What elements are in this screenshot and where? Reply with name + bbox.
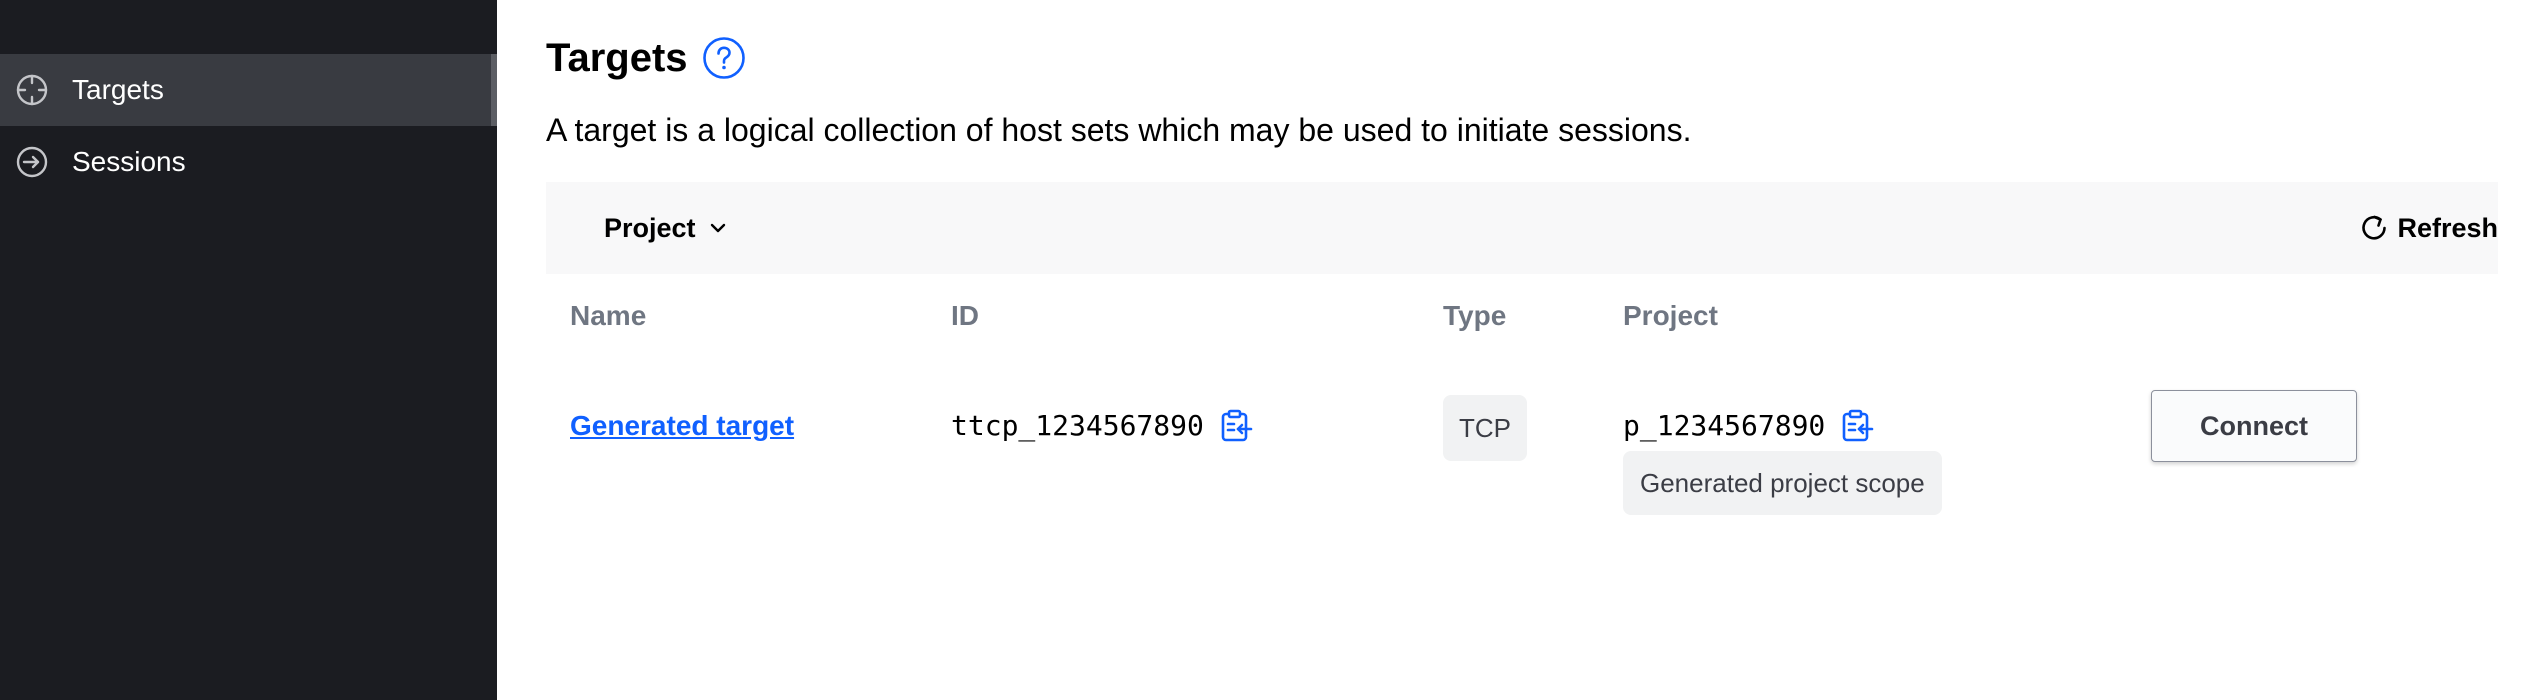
target-id-cell: ttcp_1234567890 (951, 406, 1254, 446)
sidebar-item-label: Sessions (72, 146, 186, 177)
main-content: Targets A target is a logical collection… (497, 0, 2528, 700)
column-header-name: Name (570, 300, 647, 331)
project-filter-label: Project (604, 213, 696, 243)
app: Targets Sessions Targets A target is a l… (0, 0, 2528, 700)
chevron-down-icon (710, 223, 725, 233)
column-header-project: Project (1623, 300, 1718, 331)
filter-toolbar: Project Refresh (546, 182, 2498, 274)
reload-icon (2362, 215, 2387, 240)
clipboard-copy-icon[interactable] (1839, 408, 1875, 444)
refresh-button[interactable]: Refresh (2359, 208, 2498, 248)
sidebar-item-label: Targets (72, 74, 164, 105)
clipboard-copy-icon[interactable] (1218, 408, 1254, 444)
target-name-link[interactable]: Generated target (570, 406, 794, 446)
help-circle-icon[interactable] (702, 36, 746, 80)
page-title: Targets (546, 36, 688, 80)
sign-in-icon (16, 146, 48, 178)
column-header-type: Type (1443, 300, 1507, 331)
column-header-id: ID (951, 300, 979, 331)
project-id-cell: p_1234567890 (1623, 406, 1875, 446)
sidebar: Targets Sessions (0, 0, 497, 700)
type-badge: TCP (1443, 395, 1527, 461)
crosshair-icon (16, 74, 48, 106)
sidebar-item-targets[interactable]: Targets (0, 54, 497, 126)
sidebar-item-sessions[interactable]: Sessions (0, 126, 497, 198)
page-header: Targets (546, 30, 746, 86)
target-id: ttcp_1234567890 (951, 409, 1204, 442)
connect-button[interactable]: Connect (2151, 390, 2357, 462)
refresh-label: Refresh (2397, 213, 2498, 243)
project-filter-dropdown[interactable]: Project (604, 208, 728, 248)
page-description: A target is a logical collection of host… (546, 112, 1692, 148)
project-id: p_1234567890 (1623, 409, 1826, 442)
project-scope-badge: Generated project scope (1623, 451, 1942, 515)
